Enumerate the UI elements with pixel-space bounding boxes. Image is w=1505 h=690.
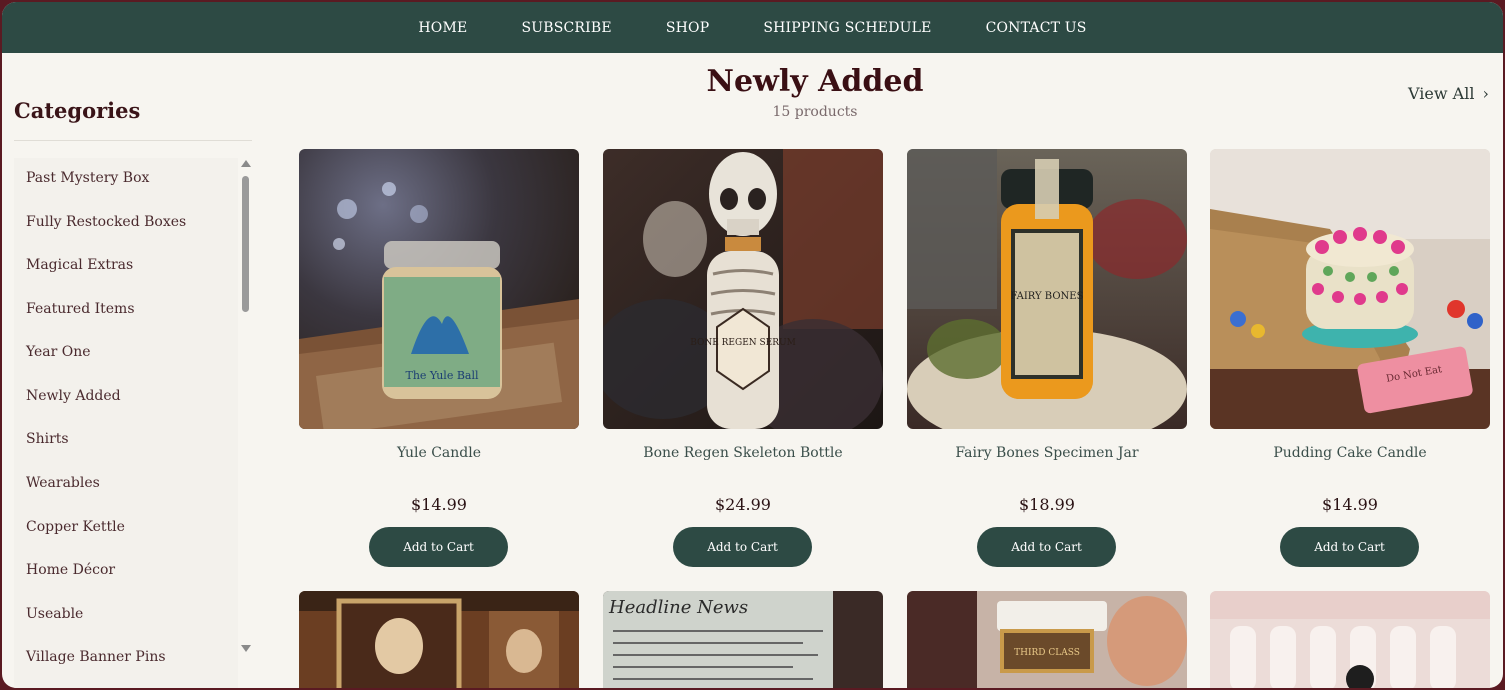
product-price: $24.99 [715,495,771,514]
category-scrollbar[interactable] [240,158,252,658]
product-image[interactable]: FAIRY BONES [907,149,1187,429]
category-item[interactable]: Shirts [26,431,69,447]
category-item[interactable]: Home Décor [26,562,115,578]
product-image[interactable] [1210,591,1490,688]
newspaper-headline-text: Headline News [608,597,748,618]
product-image[interactable]: Do Not Eat [1210,149,1490,429]
product-count: 15 products [772,104,858,120]
product-image[interactable] [299,591,579,688]
scroll-thumb[interactable] [242,176,249,312]
ticket-label-text: THIRD CLASS [1014,648,1080,658]
category-item[interactable]: Year One [26,344,91,360]
jar-label-text: FAIRY BONES [1011,291,1084,302]
view-all-link[interactable]: View All › [1408,84,1489,103]
nav-shipping-schedule[interactable]: SHIPPING SCHEDULE [763,20,931,36]
add-to-cart-button[interactable]: Add to Cart [977,527,1116,567]
category-item[interactable]: Useable [26,606,83,622]
candle-label-text: The Yule Ball [405,369,479,382]
bottle-label-text: BONE REGEN SERUM [690,338,796,348]
nav-subscribe[interactable]: SUBSCRIBE [521,20,611,36]
nav-shop[interactable]: SHOP [666,20,710,36]
category-item[interactable]: Magical Extras [26,257,133,273]
category-item[interactable]: Past Mystery Box [26,170,149,186]
category-item[interactable]: Wearables [26,475,100,491]
product-price: $14.99 [411,495,467,514]
product-name[interactable]: Fairy Bones Specimen Jar [907,445,1187,461]
product-price: $14.99 [1322,495,1378,514]
category-list: Past Mystery Box Fully Restocked Boxes M… [14,158,238,688]
product-image[interactable]: THIRD CLASS [907,591,1187,688]
divider [14,140,252,141]
add-to-cart-button[interactable]: Add to Cart [1280,527,1419,567]
category-item[interactable]: Village Banner Pins [26,649,166,665]
product-image[interactable]: BONE REGEN SERUM [603,149,883,429]
category-item[interactable]: Featured Items [26,301,135,317]
scroll-down-arrow-icon[interactable] [241,645,251,652]
nav-contact-us[interactable]: CONTACT US [986,20,1087,36]
category-sidebar: Categories Past Mystery Box Fully Restoc… [14,54,254,688]
view-all-label: View All [1408,84,1475,103]
add-to-cart-button[interactable]: Add to Cart [369,527,508,567]
scroll-up-arrow-icon[interactable] [241,160,251,167]
page-frame: HOME SUBSCRIBE SHOP SHIPPING SCHEDULE CO… [2,2,1503,688]
category-item[interactable]: Newly Added [26,388,121,404]
product-image[interactable]: Headline News [603,591,883,688]
category-item[interactable]: Fully Restocked Boxes [26,214,186,230]
add-to-cart-button[interactable]: Add to Cart [673,527,812,567]
chevron-right-icon: › [1482,84,1489,103]
product-image[interactable]: The Yule Ball [299,149,579,429]
product-name[interactable]: Bone Regen Skeleton Bottle [603,445,883,461]
product-name[interactable]: Pudding Cake Candle [1210,445,1490,461]
top-navigation: HOME SUBSCRIBE SHOP SHIPPING SCHEDULE CO… [2,2,1503,53]
category-item[interactable]: Copper Kettle [26,519,125,535]
page-title: Newly Added [706,64,924,99]
product-price: $18.99 [1019,495,1075,514]
product-name[interactable]: Yule Candle [299,445,579,461]
nav-home[interactable]: HOME [418,20,467,36]
